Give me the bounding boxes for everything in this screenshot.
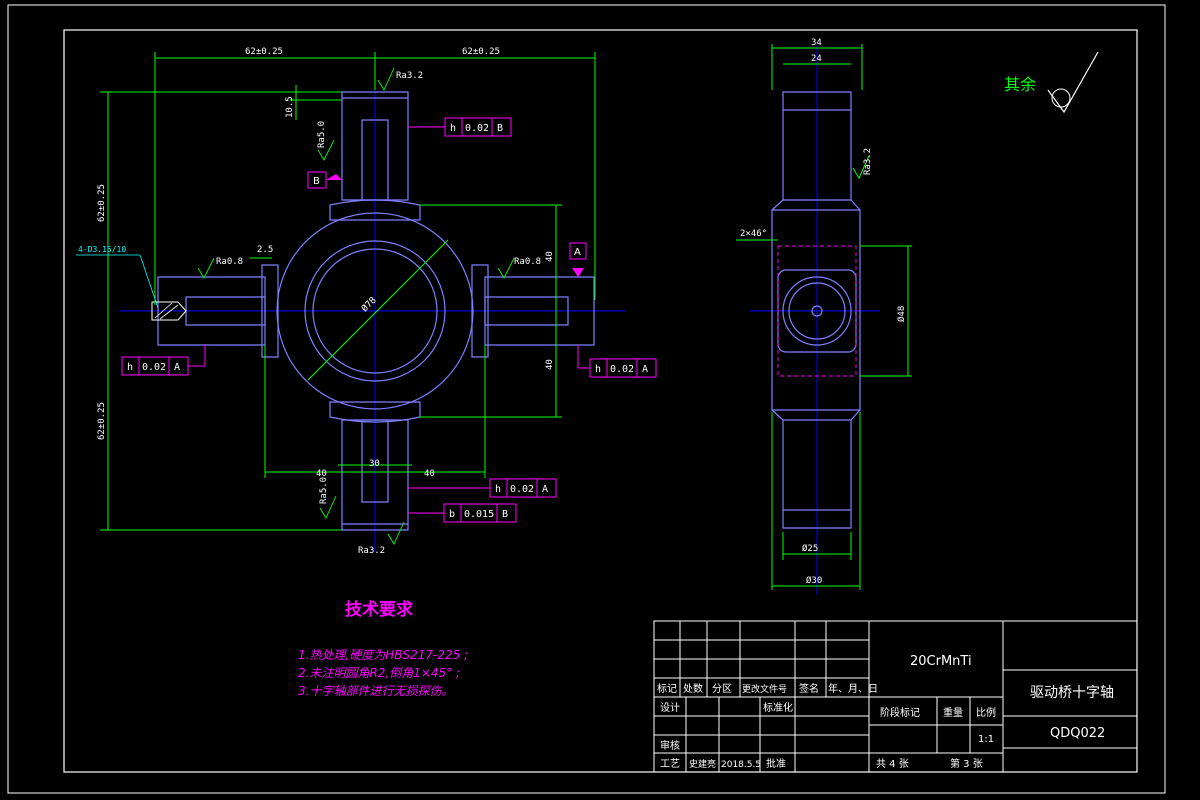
- ra-upper-stem: Ra5.0: [317, 121, 327, 148]
- tol-top-value: 0.02: [465, 123, 489, 134]
- side-view: 34 24 2×46° Ø48 Ø25 Ø30 Ra3.2: [736, 38, 912, 595]
- tb-process: 工艺: [660, 758, 680, 770]
- tb-h-doc: 更改文件号: [742, 683, 787, 695]
- tech-line3: 3.十字轴部件进行无损探伤。: [298, 684, 453, 698]
- tech-title: 技术要求: [345, 599, 413, 620]
- ra-right-arm: Ra0.8: [514, 257, 541, 267]
- tol-left-symbol: h: [127, 362, 133, 373]
- side-dim-top-inner: 24: [811, 54, 822, 64]
- datum-b-label: B: [313, 176, 320, 187]
- side-dim-chamfer: 2×46°: [740, 229, 767, 239]
- dim-left-upper: 62±0.25: [97, 184, 107, 222]
- tb-material: 20CrMnTi: [910, 654, 972, 669]
- dim-thread: 4-D3.15/10: [78, 245, 126, 254]
- ra-lower-stem: Ra5.0: [319, 477, 329, 504]
- tol-bottom1-datum: A: [542, 484, 548, 495]
- tol-right-symbol: h: [595, 364, 601, 375]
- side-body: [771, 209, 861, 411]
- tol-right-value: 0.02: [610, 364, 634, 375]
- tb-h-count: 处数: [683, 682, 703, 695]
- tb-part-name: 驱动桥十字轴: [1030, 685, 1114, 701]
- tb-process-date: 2018.5.5: [721, 760, 761, 770]
- datum-a-label: A: [574, 247, 581, 258]
- dim-right-lower: 40: [545, 359, 555, 370]
- tol-bottom2-datum: B: [502, 509, 508, 520]
- tol-left-value: 0.02: [142, 362, 166, 373]
- tol-bottom1-symbol: h: [495, 484, 501, 495]
- tol-left-datum: A: [174, 362, 180, 373]
- tb-drawing-no: QDQ022: [1050, 726, 1105, 741]
- dim-top-right: 62±0.25: [462, 47, 500, 57]
- tb-stage: 阶段标记: [880, 706, 920, 719]
- tb-h-zone: 分区: [712, 683, 732, 695]
- ra-left-arm: Ra0.8: [216, 257, 243, 267]
- tb-scale-value: 1:1: [978, 734, 994, 745]
- ra-rest-symbol: [1047, 51, 1099, 114]
- tol-bottom2-value: 0.015: [464, 509, 494, 520]
- side-dim-height: Ø48: [896, 306, 907, 322]
- tech-line1: 1.热处理,硬度为HBS217-225 ;: [298, 648, 468, 662]
- tol-right-datum: A: [642, 364, 648, 375]
- tol-bottom1-value: 0.02: [510, 484, 534, 495]
- tol-bottom2-symbol: b: [449, 509, 455, 520]
- tech-line2: 2.未注明圆角R2,倒角1×45° ;: [298, 666, 460, 680]
- dim-right-upper: 40: [545, 251, 555, 262]
- tb-h-sign: 签名: [799, 682, 819, 695]
- side-dim-bottom-inner: Ø25: [802, 543, 818, 554]
- side-dim-bottom-outer: Ø30: [806, 575, 822, 586]
- tb-standard: 标准化: [763, 701, 793, 714]
- outer-frame: [7, 4, 1166, 794]
- ra-top: Ra3.2: [396, 71, 423, 81]
- tol-top-symbol: h: [450, 123, 456, 134]
- border-frame: [63, 29, 1138, 773]
- tb-scale: 比例: [976, 706, 996, 719]
- tb-review: 审核: [660, 739, 680, 752]
- tb-h-mark: 标记: [657, 683, 677, 695]
- ra-rest-label: 其余: [1004, 75, 1036, 94]
- dim-bottom-right: 40: [424, 469, 435, 479]
- ra-bottom: Ra3.2: [358, 546, 385, 556]
- tb-process-person: 史建亮: [689, 758, 716, 770]
- dim-top-left: 62±0.25: [245, 47, 283, 57]
- tech-requirements: 技术要求 1.热处理,硬度为HBS217-225 ; 2.未注明圆角R2,倒角1…: [298, 599, 468, 698]
- tb-h-date: 年、月、日: [828, 682, 878, 695]
- tb-sheet-no: 第 3 张: [950, 757, 983, 770]
- tb-approve: 批准: [766, 757, 786, 770]
- tb-sheets-total: 共 4 张: [876, 758, 909, 770]
- dim-shoulder: 10.5: [285, 96, 295, 118]
- side-ra: Ra3.2: [863, 148, 873, 175]
- cad-drawing: Ø78 62±0.25 62±0.25 62±0.25 62±0.25 10.5…: [7, 4, 1166, 794]
- dim-left-lower: 62±0.25: [97, 402, 107, 440]
- dim-gap: 2.5: [257, 245, 273, 255]
- tb-design: 设计: [660, 701, 680, 714]
- center-dia-line: [307, 239, 449, 381]
- tb-weight: 重量: [943, 706, 963, 719]
- tol-top-datum: B: [497, 123, 503, 134]
- dim-bottom-center: 30: [369, 459, 380, 469]
- side-dim-top-outer: 34: [811, 38, 822, 48]
- front-view: Ø78 62±0.25 62±0.25 62±0.25 62±0.25 10.5…: [76, 47, 657, 556]
